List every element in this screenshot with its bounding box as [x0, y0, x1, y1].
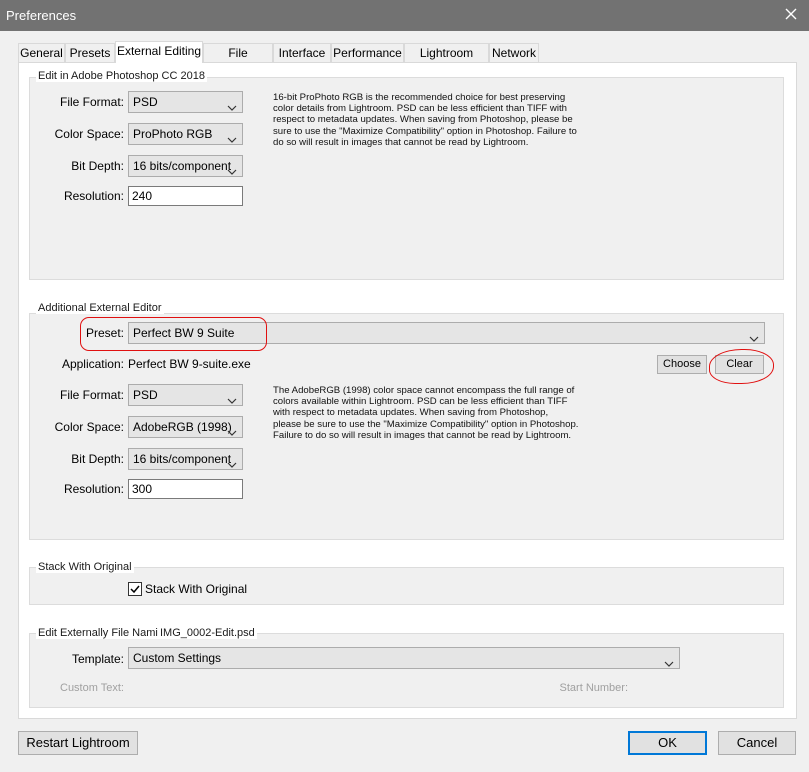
ps-color-space-label: Color Space: [54, 127, 124, 141]
ps-resolution-label: Resolution: [63, 189, 124, 203]
ps-color-space-value: ProPhoto RGB [133, 127, 213, 141]
application-label: Application: [61, 357, 124, 371]
ps-bit-depth-value: 16 bits/component [133, 159, 232, 173]
chevron-down-icon [227, 455, 237, 468]
ae-file-format-label: File Format: [59, 388, 124, 402]
chevron-down-icon [227, 130, 237, 143]
stack-heading: Stack With Original [36, 561, 134, 573]
template-label: Template: [71, 652, 124, 666]
close-icon[interactable] [781, 4, 801, 24]
naming-group [29, 633, 784, 708]
tab-general[interactable]: General [18, 43, 65, 63]
tab-interface[interactable]: Interface [273, 43, 331, 63]
tab-presets[interactable]: Presets [65, 43, 115, 63]
photoshop-heading: Edit in Adobe Photoshop CC 2018 [36, 70, 207, 82]
choose-button[interactable]: Choose [657, 355, 707, 374]
restart-lightroom-button[interactable]: Restart Lightroom [18, 731, 138, 755]
naming-example: IMG_0002-Edit.psd [158, 627, 257, 639]
chevron-down-icon [227, 162, 237, 175]
chevron-down-icon [227, 391, 237, 404]
window-title: Preferences [6, 8, 77, 23]
ps-file-format-label: File Format: [59, 95, 124, 109]
ae-file-format-select[interactable]: PSD [128, 384, 243, 406]
ae-resolution-input[interactable]: 300 [128, 479, 243, 499]
tab-file-handling[interactable]: File Handling [203, 43, 273, 78]
ae-bit-depth-select[interactable]: 16 bits/component [128, 448, 243, 470]
application-value: Perfect BW 9-suite.exe [128, 357, 251, 371]
cancel-button[interactable]: Cancel [718, 731, 796, 755]
stack-checkbox[interactable] [128, 582, 142, 596]
ae-bit-depth-label: Bit Depth: [71, 452, 124, 466]
chevron-down-icon [227, 423, 237, 436]
ps-color-space-select[interactable]: ProPhoto RGB [128, 123, 243, 145]
additional-editor-heading: Additional External Editor [36, 302, 164, 314]
ae-file-format-value: PSD [133, 388, 158, 402]
ae-color-space-select[interactable]: AdobeRGB (1998) [128, 416, 243, 438]
ps-resolution-input[interactable]: 240 [128, 186, 243, 206]
ok-button[interactable]: OK [628, 731, 707, 755]
ps-bit-depth-select[interactable]: 16 bits/component [128, 155, 243, 177]
checkmark-icon [130, 585, 140, 594]
ps-file-format-value: PSD [133, 95, 158, 109]
template-select[interactable]: Custom Settings [128, 647, 680, 669]
ae-bit-depth-value: 16 bits/component [133, 452, 232, 466]
annotation-circle-preset [80, 317, 267, 351]
ae-color-space-value: AdobeRGB (1998) [133, 420, 232, 434]
title-bar: Preferences [0, 0, 809, 31]
custom-text-label: Custom Text: [60, 682, 124, 694]
ae-resolution-label: Resolution: [63, 482, 124, 496]
chevron-down-icon [664, 654, 674, 667]
tab-external-editing[interactable]: External Editing [115, 41, 203, 63]
annotation-circle-clear [709, 349, 774, 384]
tab-lightroom-sync[interactable]: Lightroom Sync [404, 43, 489, 78]
stack-checkbox-label[interactable]: Stack With Original [145, 582, 247, 596]
chevron-down-icon [227, 98, 237, 111]
ae-info-note: The AdobeRGB (1998) color space cannot e… [273, 385, 579, 441]
tab-network[interactable]: Network [489, 43, 539, 63]
ae-color-space-label: Color Space: [54, 420, 124, 434]
naming-heading: Edit Externally File Naming: [36, 627, 176, 639]
start-number-label: Start Number: [559, 682, 628, 694]
template-value: Custom Settings [133, 651, 222, 665]
chevron-down-icon [749, 329, 759, 342]
ps-bit-depth-label: Bit Depth: [71, 159, 124, 173]
tab-performance[interactable]: Performance [331, 43, 404, 63]
ps-file-format-select[interactable]: PSD [128, 91, 243, 113]
stack-group [29, 567, 784, 605]
ps-info-note: 16-bit ProPhoto RGB is the recommended c… [273, 92, 577, 148]
